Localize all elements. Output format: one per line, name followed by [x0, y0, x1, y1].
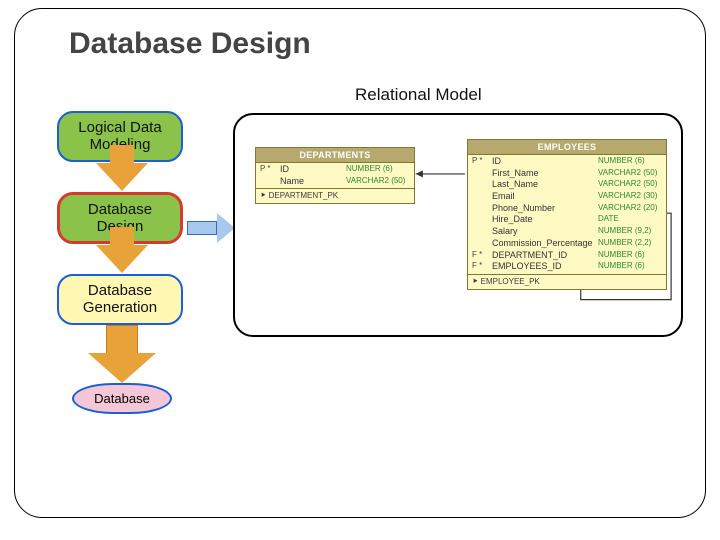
col-type: NUMBER (9,2)	[598, 226, 662, 238]
col-name: Email	[492, 191, 598, 203]
table-employees: EMPLOYEES P * ID NUMBER (6) First_Name V…	[467, 139, 667, 290]
col-type: NUMBER (6)	[346, 164, 410, 176]
table-row: P * ID NUMBER (6)	[468, 156, 666, 168]
col-flags	[472, 168, 492, 180]
table-body: P * ID NUMBER (6) First_Name VARCHAR2 (5…	[468, 155, 666, 274]
col-name: Name	[280, 176, 346, 188]
page-title: Database Design	[69, 27, 685, 61]
col-name: EMPLOYEES_ID	[492, 261, 598, 273]
arrow-down-icon	[96, 163, 148, 191]
col-flags	[472, 214, 492, 226]
table-row: F * DEPARTMENT_ID NUMBER (6)	[468, 250, 666, 262]
lead-arrow-icon	[187, 215, 237, 241]
col-flags: P *	[472, 156, 492, 168]
col-type: NUMBER (6)	[598, 250, 662, 262]
big-arrow-down-icon	[92, 325, 152, 381]
col-type: NUMBER (6)	[598, 156, 662, 168]
col-name: Phone_Number	[492, 203, 598, 215]
col-flags: F *	[472, 261, 492, 273]
col-flags	[472, 191, 492, 203]
col-flags: P *	[260, 164, 280, 176]
col-type: VARCHAR2 (50)	[346, 176, 410, 188]
table-row: P * ID NUMBER (6)	[256, 164, 414, 176]
table-body: P * ID NUMBER (6) Name VARCHAR2 (50)	[256, 163, 414, 188]
col-name: ID	[492, 156, 598, 168]
col-type: VARCHAR2 (50)	[598, 179, 662, 191]
workflow-column: Logical Data Modeling Database Design Da…	[57, 111, 187, 414]
col-type: NUMBER (2,2)	[598, 238, 662, 250]
subtitle: Relational Model	[355, 85, 482, 105]
table-row: Commission_Percentage NUMBER (2,2)	[468, 238, 666, 250]
table-row: Phone_Number VARCHAR2 (20)	[468, 203, 666, 215]
col-flags	[472, 203, 492, 215]
col-name: Hire_Date	[492, 214, 598, 226]
col-type: VARCHAR2 (30)	[598, 191, 662, 203]
col-type: VARCHAR2 (50)	[598, 168, 662, 180]
table-pk: ⯈ EMPLOYEE_PK	[468, 274, 666, 289]
col-name: Commission_Percentage	[492, 238, 598, 250]
col-flags	[472, 238, 492, 250]
col-name: First_Name	[492, 168, 598, 180]
table-row: Name VARCHAR2 (50)	[256, 176, 414, 188]
table-row: Last_Name VARCHAR2 (50)	[468, 179, 666, 191]
stage-database-generation: Database Generation	[57, 274, 183, 325]
col-type: NUMBER (6)	[598, 261, 662, 273]
col-name: Salary	[492, 226, 598, 238]
col-type: VARCHAR2 (20)	[598, 203, 662, 215]
slide-frame: Database Design Relational Model Logical…	[14, 8, 706, 518]
table-row: Hire_Date DATE	[468, 214, 666, 226]
col-flags: F *	[472, 250, 492, 262]
table-pk: ⯈ DEPARTMENT_PK	[256, 188, 414, 203]
table-row: Salary NUMBER (9,2)	[468, 226, 666, 238]
table-header: DEPARTMENTS	[256, 148, 414, 163]
relational-model-panel: DEPARTMENTS P * ID NUMBER (6) Name VARCH…	[233, 113, 683, 337]
col-flags	[472, 226, 492, 238]
col-type: DATE	[598, 214, 662, 226]
col-name: ID	[280, 164, 346, 176]
col-name: Last_Name	[492, 179, 598, 191]
col-flags	[472, 179, 492, 191]
table-row: F * EMPLOYEES_ID NUMBER (6)	[468, 261, 666, 273]
table-departments: DEPARTMENTS P * ID NUMBER (6) Name VARCH…	[255, 147, 415, 204]
database-node: Database	[72, 383, 172, 414]
table-row: First_Name VARCHAR2 (50)	[468, 168, 666, 180]
col-flags	[260, 176, 280, 188]
table-row: Email VARCHAR2 (30)	[468, 191, 666, 203]
table-header: EMPLOYEES	[468, 140, 666, 155]
col-name: DEPARTMENT_ID	[492, 250, 598, 262]
arrow-down-icon	[96, 245, 148, 273]
